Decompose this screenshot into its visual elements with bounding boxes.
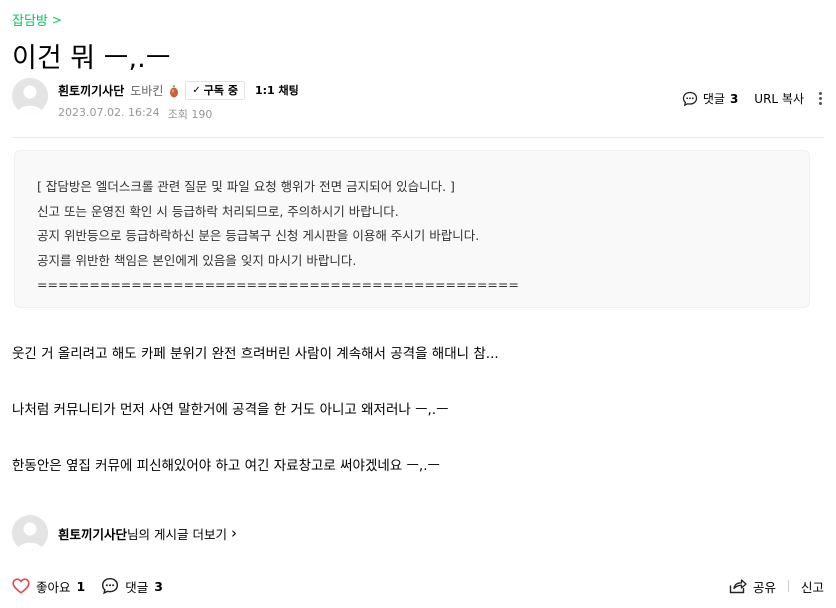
breadcrumb[interactable]: 잡담방 > [12, 10, 62, 30]
avatar[interactable] [12, 78, 48, 114]
comment-icon [102, 577, 119, 595]
notice-line: 공지를 위반한 책임은 본인에게 있음을 잊지 마시기 바랍니다. [37, 252, 357, 268]
notice-line: [ 잡담방은 엘더스크롤 관련 질문 및 파일 요청 행위가 전면 금지되어 있… [37, 179, 455, 194]
subscribe-label: 구독 중 [203, 84, 238, 97]
more-icon[interactable] [818, 92, 822, 105]
comment-tool-count: 3 [729, 91, 739, 106]
avatar[interactable] [12, 515, 48, 551]
body-paragraph: 한동안은 옆집 커뮤에 피신해있어야 하고 여긴 자료창고로 써야겠네요 ㅡ,.… [12, 458, 440, 474]
notice-box: [ 잡담방은 엘더스크롤 관련 질문 및 파일 요청 행위가 전면 금지되어 있… [14, 150, 810, 308]
share-label: 공유 [752, 579, 776, 595]
page-title: 이건 뭐 ㅡ,.ㅡ [12, 43, 171, 74]
comment-count: 3 [154, 578, 163, 594]
share-icon [729, 579, 747, 594]
more-posts-link[interactable]: 흰토끼기사단 님의 게시글 더보기 › [58, 524, 237, 543]
notice-line: 공지 위반등으로 등급하락하신 분은 등급복구 신청 게시판을 이용해 주시기 … [37, 228, 480, 243]
breadcrumb-label[interactable]: 잡담방 [12, 10, 48, 29]
post-footer: 좋아요 1 댓글 3 공유 신고 [12, 575, 824, 597]
like-button[interactable]: 좋아요 1 [12, 577, 85, 596]
comment-button[interactable]: 댓글 3 [101, 577, 163, 596]
comment-tool-label: 댓글 [702, 92, 725, 106]
post-date: 2023.07.02. 16:24 [58, 106, 160, 119]
post-views: 조회 190 [167, 108, 213, 121]
heart-icon [12, 578, 30, 594]
post-body: 웃긴 거 올리려고 해도 카페 분위기 완전 흐려버린 사람이 계속해서 공격을… [12, 344, 499, 512]
comment-label: 댓글 [125, 579, 149, 595]
comment-toggle-button[interactable]: 댓글 3 [682, 90, 738, 107]
avatar-placeholder-icon [12, 515, 48, 551]
post-meta: 2023.07.02. 16:24 조회 190 [58, 106, 212, 122]
level-icon [169, 83, 179, 98]
like-count: 1 [76, 578, 86, 594]
body-paragraph: 나처럼 커뮤니티가 먼저 사연 말한거에 공격을 한 거도 아니고 왜저러나 ㅡ… [12, 402, 449, 418]
check-icon: ✓ [192, 84, 201, 96]
like-label: 좋아요 [36, 579, 71, 595]
more-posts-row: 흰토끼기사단 님의 게시글 더보기 › [12, 515, 237, 551]
url-copy-button[interactable]: URL 복사 [754, 90, 804, 107]
post-tools: 댓글 3 URL 복사 [682, 90, 822, 107]
author-row: 흰토끼기사단 도바킨 ✓ 구독 중 1:1 채팅 [58, 80, 299, 100]
comment-icon [682, 91, 697, 106]
subscribe-button[interactable]: ✓ 구독 중 [185, 80, 245, 100]
notice-line: 신고 또는 운영진 확인 시 등급하락 처리되므로, 주의하시기 바랍니다. [37, 203, 399, 219]
divider [787, 580, 789, 592]
chevron-right-icon: › [230, 524, 237, 542]
report-button[interactable]: 신고 [801, 577, 824, 596]
author-level: 도바킨 [130, 83, 164, 98]
share-button[interactable]: 공유 [729, 577, 776, 596]
notice-line: ========================================… [37, 277, 519, 292]
divider [12, 137, 824, 138]
chat-button[interactable]: 1:1 채팅 [255, 82, 299, 98]
more-posts-suffix: 님의 게시글 더보기 [127, 526, 227, 542]
author-name[interactable]: 흰토끼기사단 [58, 82, 124, 99]
avatar-placeholder-icon [12, 78, 48, 114]
body-paragraph: 웃긴 거 올리려고 해도 카페 분위기 완전 흐려버린 사람이 계속해서 공격을… [12, 346, 499, 362]
chevron-right-icon: > [51, 12, 62, 27]
more-posts-author: 흰토끼기사단 [58, 526, 128, 542]
